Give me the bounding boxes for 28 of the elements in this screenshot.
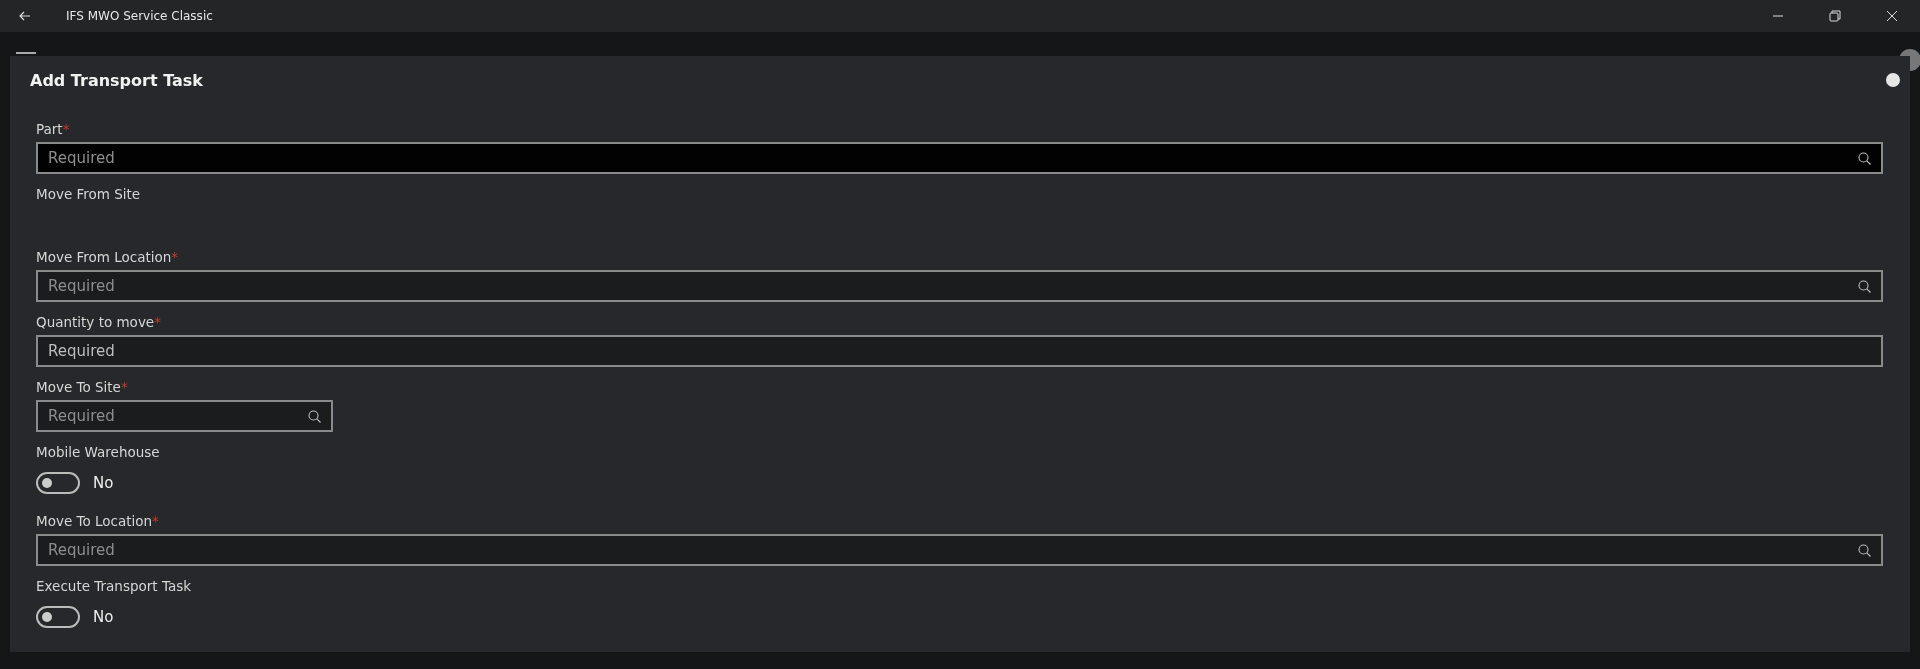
field-label: Move From Site (36, 185, 141, 204)
close-icon[interactable] (1886, 10, 1898, 22)
field-label: Quantity to move* (36, 313, 161, 332)
input-field[interactable]: Required (36, 534, 1883, 566)
toggle-value: No (93, 474, 114, 492)
search-icon[interactable] (308, 409, 321, 423)
field-label: Move To Location* (36, 512, 159, 531)
toggle-switch[interactable] (36, 472, 80, 494)
toggle-value: No (93, 608, 114, 626)
restore-icon[interactable] (1829, 10, 1841, 22)
back-icon[interactable] (19, 11, 31, 21)
field-label: Mobile Warehouse (36, 443, 160, 462)
field-label: Execute Transport Task (36, 577, 192, 596)
search-icon[interactable] (1858, 151, 1871, 165)
dialog-title: Add Transport Task (30, 70, 203, 90)
field-label: Part* (36, 120, 70, 139)
input-field[interactable]: Required (36, 335, 1883, 367)
input-field[interactable]: Required (36, 142, 1883, 174)
toggle-switch[interactable] (36, 606, 80, 628)
status-dot-icon (1886, 73, 1900, 87)
input-field[interactable]: Required (36, 400, 333, 432)
field-label: Move From Location* (36, 248, 179, 267)
input-field[interactable]: Required (36, 270, 1883, 302)
field-label: Move To Site* (36, 378, 128, 397)
search-icon[interactable] (1858, 279, 1871, 293)
search-icon[interactable] (1858, 543, 1871, 557)
window-title: IFS MWO Service Classic (66, 9, 213, 23)
menu-icon[interactable] (16, 52, 36, 55)
